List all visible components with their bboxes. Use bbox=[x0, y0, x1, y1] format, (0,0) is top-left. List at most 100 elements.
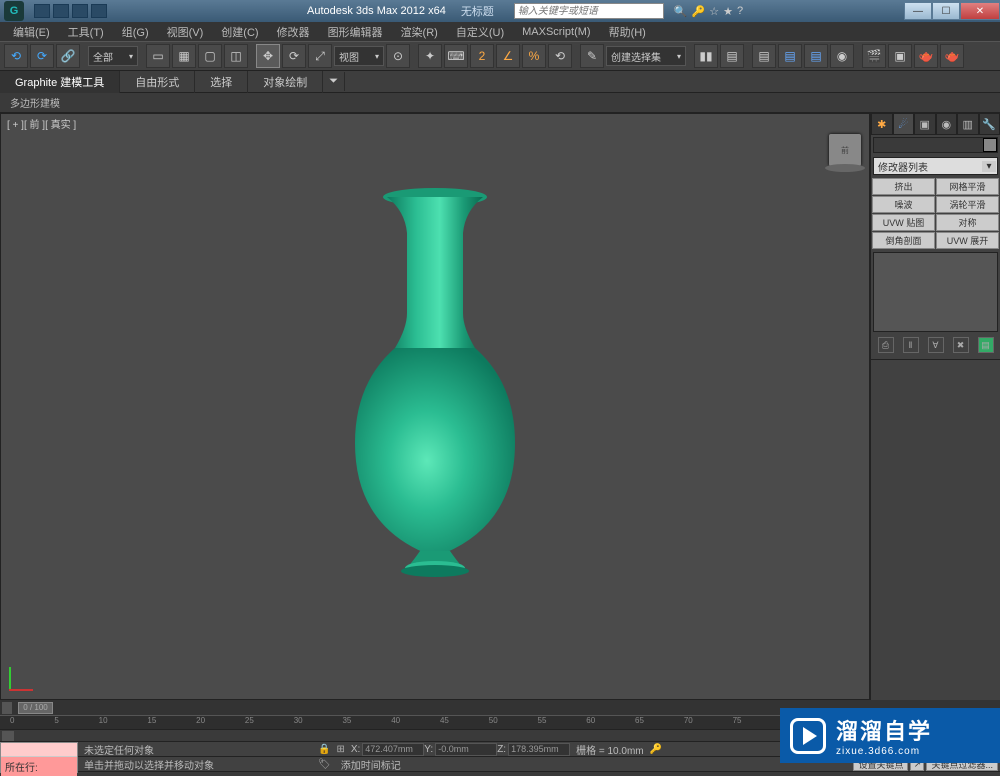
render-setup-button[interactable]: 🎬 bbox=[862, 44, 886, 68]
maximize-button[interactable]: ☐ bbox=[932, 2, 960, 20]
snaps-percent-button[interactable]: % bbox=[522, 44, 546, 68]
manipulate-button[interactable]: ✦ bbox=[418, 44, 442, 68]
menu-rendering[interactable]: 渲染(R) bbox=[392, 22, 447, 42]
script-listener[interactable]: 所在行: bbox=[0, 742, 78, 773]
menu-tools[interactable]: 工具(T) bbox=[59, 22, 113, 42]
editnamed-button[interactable]: ✎ bbox=[580, 44, 604, 68]
menu-grapheditors[interactable]: 图形编辑器 bbox=[319, 22, 392, 42]
infocenter-icon[interactable]: 🔍 bbox=[674, 5, 688, 18]
viewcube[interactable]: 前 bbox=[829, 134, 861, 166]
qat-btn[interactable] bbox=[53, 4, 69, 18]
app-icon[interactable]: G bbox=[4, 1, 24, 21]
menu-customize[interactable]: 自定义(U) bbox=[447, 22, 513, 42]
trackbar-icon[interactable] bbox=[2, 731, 14, 741]
timetag-icon[interactable]: 🏷 bbox=[318, 759, 331, 770]
mod-uvwmap[interactable]: UVW 贴图 bbox=[872, 214, 935, 231]
layers-button[interactable]: ▤ bbox=[752, 44, 776, 68]
help-search-input[interactable] bbox=[514, 3, 664, 19]
show-result-button[interactable]: ‖ bbox=[903, 337, 919, 353]
motion-tab[interactable]: ◉ bbox=[936, 113, 958, 135]
make-unique-button[interactable]: ∀ bbox=[928, 337, 944, 353]
mod-meshsmooth[interactable]: 网格平滑 bbox=[936, 178, 999, 195]
x-coord-input[interactable] bbox=[362, 743, 424, 756]
ribbon-tab-selection[interactable]: 选择 bbox=[195, 71, 248, 93]
help-icon[interactable]: ? bbox=[737, 5, 743, 18]
remove-mod-button[interactable]: ✖ bbox=[953, 337, 969, 353]
configure-button[interactable]: ▤ bbox=[978, 337, 994, 353]
undo-button[interactable]: ⟲ bbox=[4, 44, 28, 68]
mod-extrude[interactable]: 挤出 bbox=[872, 178, 935, 195]
menu-maxscript[interactable]: MAXScript(M) bbox=[513, 24, 599, 40]
lock-icon[interactable]: 🔒 bbox=[318, 744, 330, 755]
link-button[interactable]: 🔗 bbox=[56, 44, 80, 68]
refcoord-dropdown[interactable]: 视图 bbox=[334, 46, 384, 66]
curve-editor-button[interactable]: ▤ bbox=[778, 44, 802, 68]
menu-view[interactable]: 视图(V) bbox=[158, 22, 213, 42]
hierarchy-tab[interactable]: ▣ bbox=[914, 113, 936, 135]
mod-symmetry[interactable]: 对称 bbox=[936, 214, 999, 231]
mirror-button[interactable]: ▮▮ bbox=[694, 44, 718, 68]
mod-bevelprofile[interactable]: 倒角剖面 bbox=[872, 232, 935, 249]
qat-btn[interactable] bbox=[34, 4, 50, 18]
menu-help[interactable]: 帮助(H) bbox=[600, 22, 655, 42]
select-scale-button[interactable]: ⤢ bbox=[308, 44, 332, 68]
select-name-button[interactable]: ▦ bbox=[172, 44, 196, 68]
snaps-2d-button[interactable]: 2 bbox=[470, 44, 494, 68]
time-slider[interactable]: 0 / 100 bbox=[18, 702, 53, 714]
select-move-button[interactable]: ✥ bbox=[256, 44, 280, 68]
select-region-button[interactable]: ▢ bbox=[198, 44, 222, 68]
coord-icon[interactable]: ⊞ bbox=[336, 744, 344, 755]
select-object-button[interactable]: ▭ bbox=[146, 44, 170, 68]
keyboard-shortcut-button[interactable]: ⌨ bbox=[444, 44, 468, 68]
ribbon-tab-freeform[interactable]: 自由形式 bbox=[120, 71, 195, 93]
select-rotate-button[interactable]: ⟳ bbox=[282, 44, 306, 68]
z-coord-input[interactable] bbox=[508, 743, 570, 756]
render-prod-button[interactable]: 🫖 bbox=[940, 44, 964, 68]
snaps-angle-button[interactable]: ∠ bbox=[496, 44, 520, 68]
y-coord-input[interactable] bbox=[435, 743, 497, 756]
minimize-button[interactable]: — bbox=[904, 2, 932, 20]
pivot-button[interactable]: ⊙ bbox=[386, 44, 410, 68]
render-button[interactable]: 🫖 bbox=[914, 44, 938, 68]
vase-object[interactable] bbox=[335, 183, 535, 583]
menu-edit[interactable]: 编辑(E) bbox=[4, 22, 59, 42]
viewport[interactable]: [ + ][ 前 ][ 真实 ] 前 bbox=[0, 113, 870, 700]
utilities-tab[interactable]: 🔧 bbox=[979, 113, 1000, 135]
create-tab[interactable]: ✱ bbox=[871, 113, 893, 135]
qat-btn[interactable] bbox=[91, 4, 107, 18]
align-button[interactable]: ▤ bbox=[720, 44, 744, 68]
ribbon-tab-objectpaint[interactable]: 对象绘制 bbox=[248, 71, 323, 93]
subscription-icon[interactable]: 🔑 bbox=[692, 5, 706, 18]
timeline-button[interactable] bbox=[2, 702, 12, 714]
time-tag[interactable]: 添加时间标记 bbox=[335, 757, 407, 772]
menu-group[interactable]: 组(G) bbox=[113, 22, 158, 42]
window-crossing-button[interactable]: ◫ bbox=[224, 44, 248, 68]
ribbon-panel-label[interactable]: 多边形建模 bbox=[10, 95, 60, 110]
viewport-label[interactable]: [ + ][ 前 ][ 真实 ] bbox=[7, 116, 76, 131]
exchange-icon[interactable]: ☆ bbox=[709, 5, 719, 18]
menu-modifiers[interactable]: 修改器 bbox=[268, 22, 319, 42]
selection-lock-button[interactable]: 🔑 bbox=[650, 744, 664, 755]
ribbon-tab-graphite[interactable]: Graphite 建模工具 bbox=[0, 71, 120, 93]
redo-button[interactable]: ⟳ bbox=[30, 44, 54, 68]
pin-stack-button[interactable]: ⎙ bbox=[878, 337, 894, 353]
schematic-button[interactable]: ▤ bbox=[804, 44, 828, 68]
qat-btn[interactable] bbox=[72, 4, 88, 18]
ribbon-expand-button[interactable]: ⏷ bbox=[323, 72, 345, 91]
display-tab[interactable]: ▥ bbox=[957, 113, 979, 135]
modifier-list-dropdown[interactable]: 修改器列表 bbox=[873, 157, 998, 175]
rfw-button[interactable]: ▣ bbox=[888, 44, 912, 68]
named-selection-dropdown[interactable]: 创建选择集 bbox=[606, 46, 686, 66]
favorite-icon[interactable]: ★ bbox=[723, 5, 733, 18]
modify-tab[interactable]: ☄ bbox=[893, 113, 915, 135]
object-name-field[interactable] bbox=[873, 137, 998, 153]
mod-turbosmooth[interactable]: 涡轮平滑 bbox=[936, 196, 999, 213]
close-button[interactable]: ✕ bbox=[960, 2, 1000, 20]
mod-noise[interactable]: 噪波 bbox=[872, 196, 935, 213]
object-color-swatch[interactable] bbox=[983, 138, 997, 152]
mod-uvwunwrap[interactable]: UVW 展开 bbox=[936, 232, 999, 249]
menu-create[interactable]: 创建(C) bbox=[212, 22, 267, 42]
spinner-snap-button[interactable]: ⟲ bbox=[548, 44, 572, 68]
selection-filter[interactable]: 全部 bbox=[88, 46, 138, 66]
modifier-stack[interactable] bbox=[873, 252, 998, 332]
